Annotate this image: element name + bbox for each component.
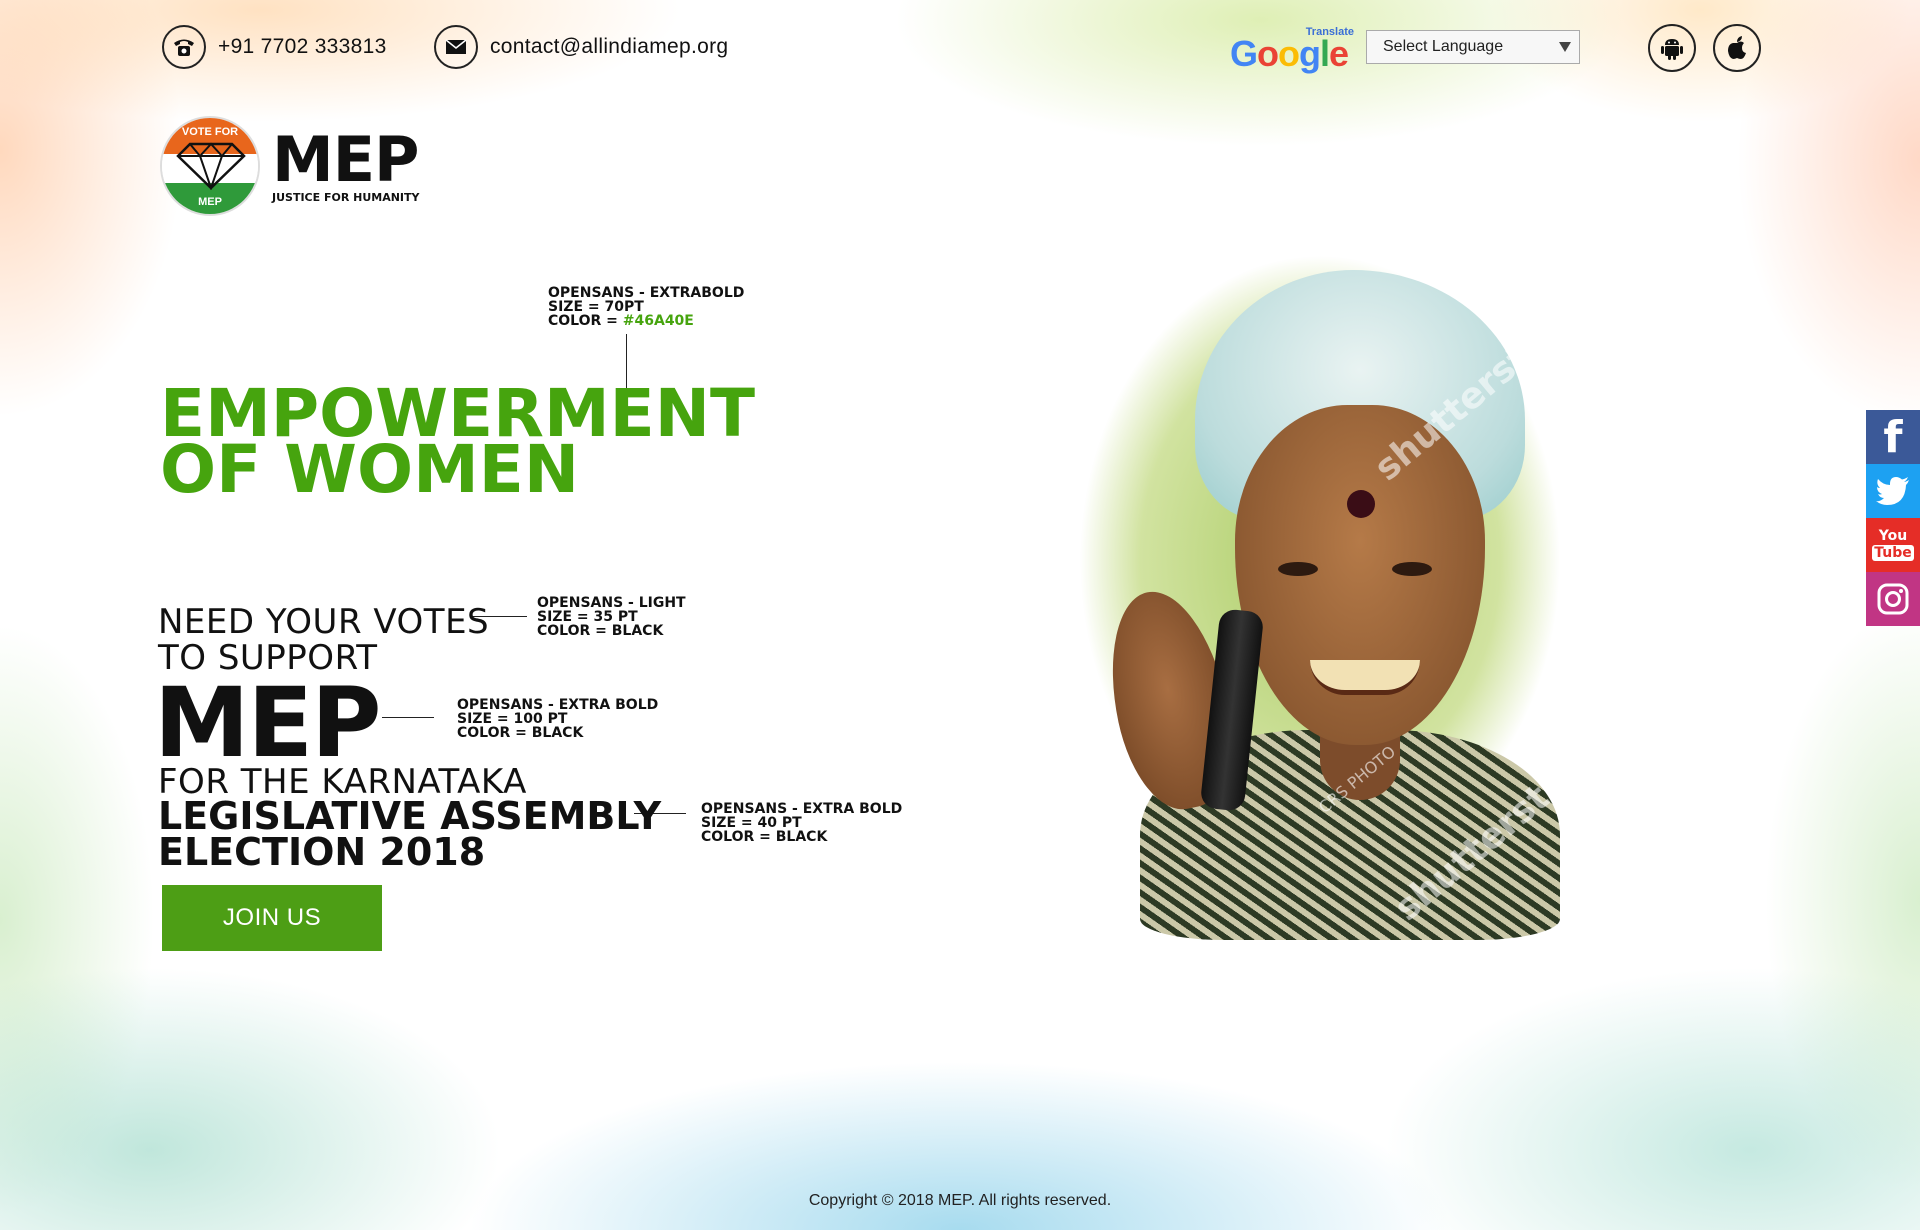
android-app-button[interactable]: [1648, 24, 1696, 72]
vote-badge: VOTE FOR MEP: [160, 116, 260, 216]
headline-font-spec: OPENSANS - EXTRABOLD SIZE = 70PT COLOR =…: [548, 285, 745, 329]
need-votes-line: NEED YOUR VOTES: [158, 602, 490, 642]
portrait-bindi: [1347, 490, 1375, 518]
diamond-icon: [176, 142, 246, 190]
join-us-button[interactable]: JOIN US: [162, 885, 382, 951]
facebook-link[interactable]: f: [1866, 410, 1920, 464]
assembly-line-1: LEGISLATIVE ASSEMBLY: [158, 794, 662, 838]
chevron-down-icon: [1559, 42, 1571, 52]
phone-contact[interactable]: +91 7702 333813: [162, 25, 387, 69]
google-letter: o: [1257, 33, 1279, 74]
support-message: NEED YOUR VOTES TO SUPPORT: [158, 604, 489, 676]
email-address[interactable]: contact@allindiamep.org: [490, 35, 728, 59]
language-select-value: Select Language: [1383, 38, 1504, 55]
phone-icon: [162, 25, 206, 69]
facebook-icon: f: [1883, 411, 1903, 463]
mep-spec-connector: [382, 717, 434, 718]
apple-app-button[interactable]: [1713, 24, 1761, 72]
youtube-icon-top: You: [1878, 528, 1908, 544]
need-font-spec: OPENSANS - LIGHT SIZE = 35 PT COLOR = BL…: [537, 595, 686, 639]
envelope-icon: [434, 25, 478, 69]
google-letter: l: [1320, 33, 1330, 74]
logo-tagline: JUSTICE FOR HUMANITY: [272, 190, 420, 204]
copyright-text: Copyright © 2018 MEP. All rights reserve…: [808, 1192, 1112, 1209]
badge-top-text: VOTE FOR: [181, 126, 239, 138]
hero-headline: EMPOWERMENT OF WOMEN: [160, 381, 755, 503]
youtube-link[interactable]: You Tube: [1866, 518, 1920, 572]
assembly-election: LEGISLATIVE ASSEMBLY ELECTION 2018: [158, 794, 662, 874]
site-logo[interactable]: VOTE FOR MEP MEP JUSTICE FOR HUMANITY: [160, 116, 420, 216]
assembly-line-2: ELECTION 2018: [158, 830, 486, 874]
logo-text: MEP JUSTICE FOR HUMANITY: [272, 122, 420, 204]
mep-big-text: MEP: [154, 667, 381, 779]
assembly-font-spec: OPENSANS - EXTRA BOLD SIZE = 40 PT COLOR…: [701, 801, 903, 845]
badge-bottom-text: MEP: [198, 196, 222, 208]
google-translate-logo: Translate Google: [1230, 26, 1354, 74]
google-letter: e: [1329, 33, 1349, 74]
youtube-icon-bottom: Tube: [1872, 545, 1914, 561]
google-letter: g: [1299, 33, 1321, 74]
android-icon: [1661, 39, 1683, 60]
google-wordmark: Google: [1230, 33, 1349, 74]
phone-number[interactable]: +91 7702 333813: [218, 35, 387, 59]
google-letter: o: [1278, 33, 1300, 74]
apple-icon: [1728, 36, 1746, 59]
instagram-link[interactable]: [1866, 572, 1920, 626]
woman-portrait: shutterstock shutterstock CRS PHOTO: [1020, 210, 1611, 950]
twitter-icon: [1876, 477, 1909, 505]
logo-word: MEP: [272, 122, 419, 196]
google-letter: G: [1230, 33, 1258, 74]
email-contact[interactable]: contact@allindiamep.org: [434, 25, 728, 69]
mep-font-spec: OPENSANS - EXTRA BOLD SIZE = 100 PT COLO…: [457, 697, 659, 741]
language-select[interactable]: Select Language: [1366, 30, 1580, 64]
instagram-icon: [1877, 583, 1909, 615]
twitter-link[interactable]: [1866, 464, 1920, 518]
